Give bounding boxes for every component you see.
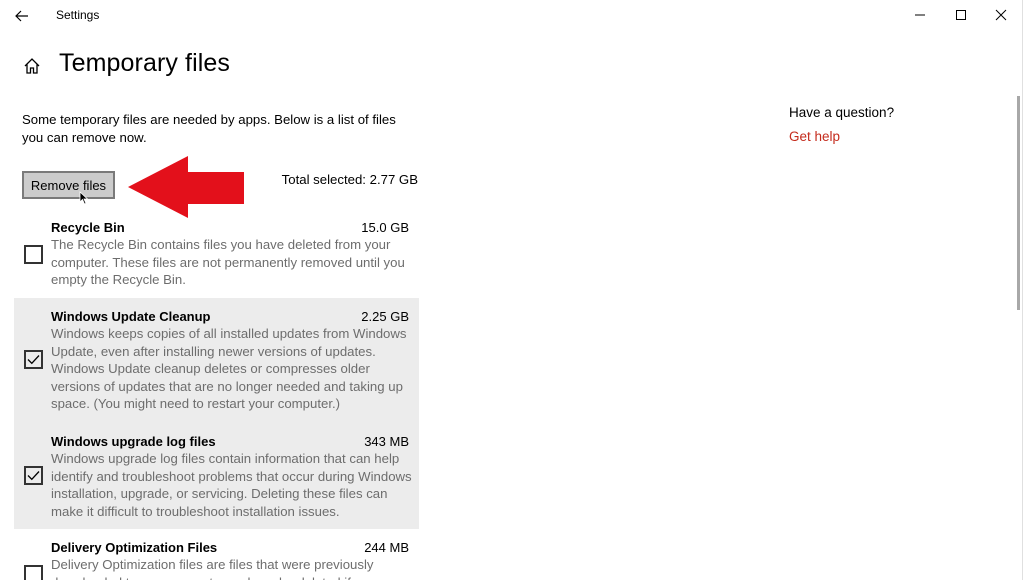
checkbox-windows-upgrade-log-files[interactable] [24,466,43,485]
checkmark-icon [27,355,40,365]
checkbox-recycle-bin[interactable] [24,245,43,264]
back-arrow-icon [15,10,28,22]
home-button[interactable] [20,54,44,78]
mouse-pointer-icon [79,191,89,205]
total-selected: Total selected: 2.77 GB [281,172,418,187]
title-bar: Settings [0,0,1023,32]
window-title: Settings [56,8,100,22]
list-item-recycle-bin[interactable]: Recycle Bin 15.0 GB The Recycle Bin cont… [14,213,419,293]
item-description: The Recycle Bin contains files you have … [51,237,405,288]
page-title: Temporary files [59,49,230,77]
item-name: Delivery Optimization Files [51,540,218,555]
item-size: 2.25 GB [361,309,409,324]
maximize-icon [956,10,966,20]
item-size: 244 MB [364,540,409,555]
item-description: Delivery Optimization files are files th… [51,557,374,580]
item-name: Windows Update Cleanup [51,309,211,324]
close-button[interactable] [981,2,1021,28]
home-icon [24,58,40,74]
close-icon [995,9,1007,21]
back-button[interactable] [8,4,36,28]
checkbox-windows-update-cleanup[interactable] [24,350,43,369]
checkbox-delivery-optimization-files[interactable] [24,565,43,580]
item-name: Windows upgrade log files [51,434,216,449]
get-help-link[interactable]: Get help [789,129,840,144]
list-item-windows-upgrade-log-files[interactable]: Windows upgrade log files 343 MB Windows… [14,424,419,529]
scrollbar[interactable] [1017,96,1020,310]
intro-text: Some temporary files are needed by apps.… [22,112,396,145]
list-item-delivery-optimization-files[interactable]: Delivery Optimization Files 244 MB Deliv… [14,533,419,580]
item-description: Windows keeps copies of all installed up… [51,326,407,412]
red-arrow-annotation [128,156,244,218]
list-item-windows-update-cleanup[interactable]: Windows Update Cleanup 2.25 GB Windows k… [14,298,419,424]
help-question: Have a question? [789,105,895,120]
minimize-button[interactable] [900,2,940,28]
maximize-button[interactable] [941,2,981,28]
minimize-icon [915,14,925,16]
item-name: Recycle Bin [51,220,125,235]
item-size: 15.0 GB [361,220,409,235]
item-description: Windows upgrade log files contain inform… [51,451,412,519]
item-size: 343 MB [364,434,409,449]
remove-files-button[interactable]: Remove files [22,171,115,199]
checkmark-icon [27,471,40,481]
